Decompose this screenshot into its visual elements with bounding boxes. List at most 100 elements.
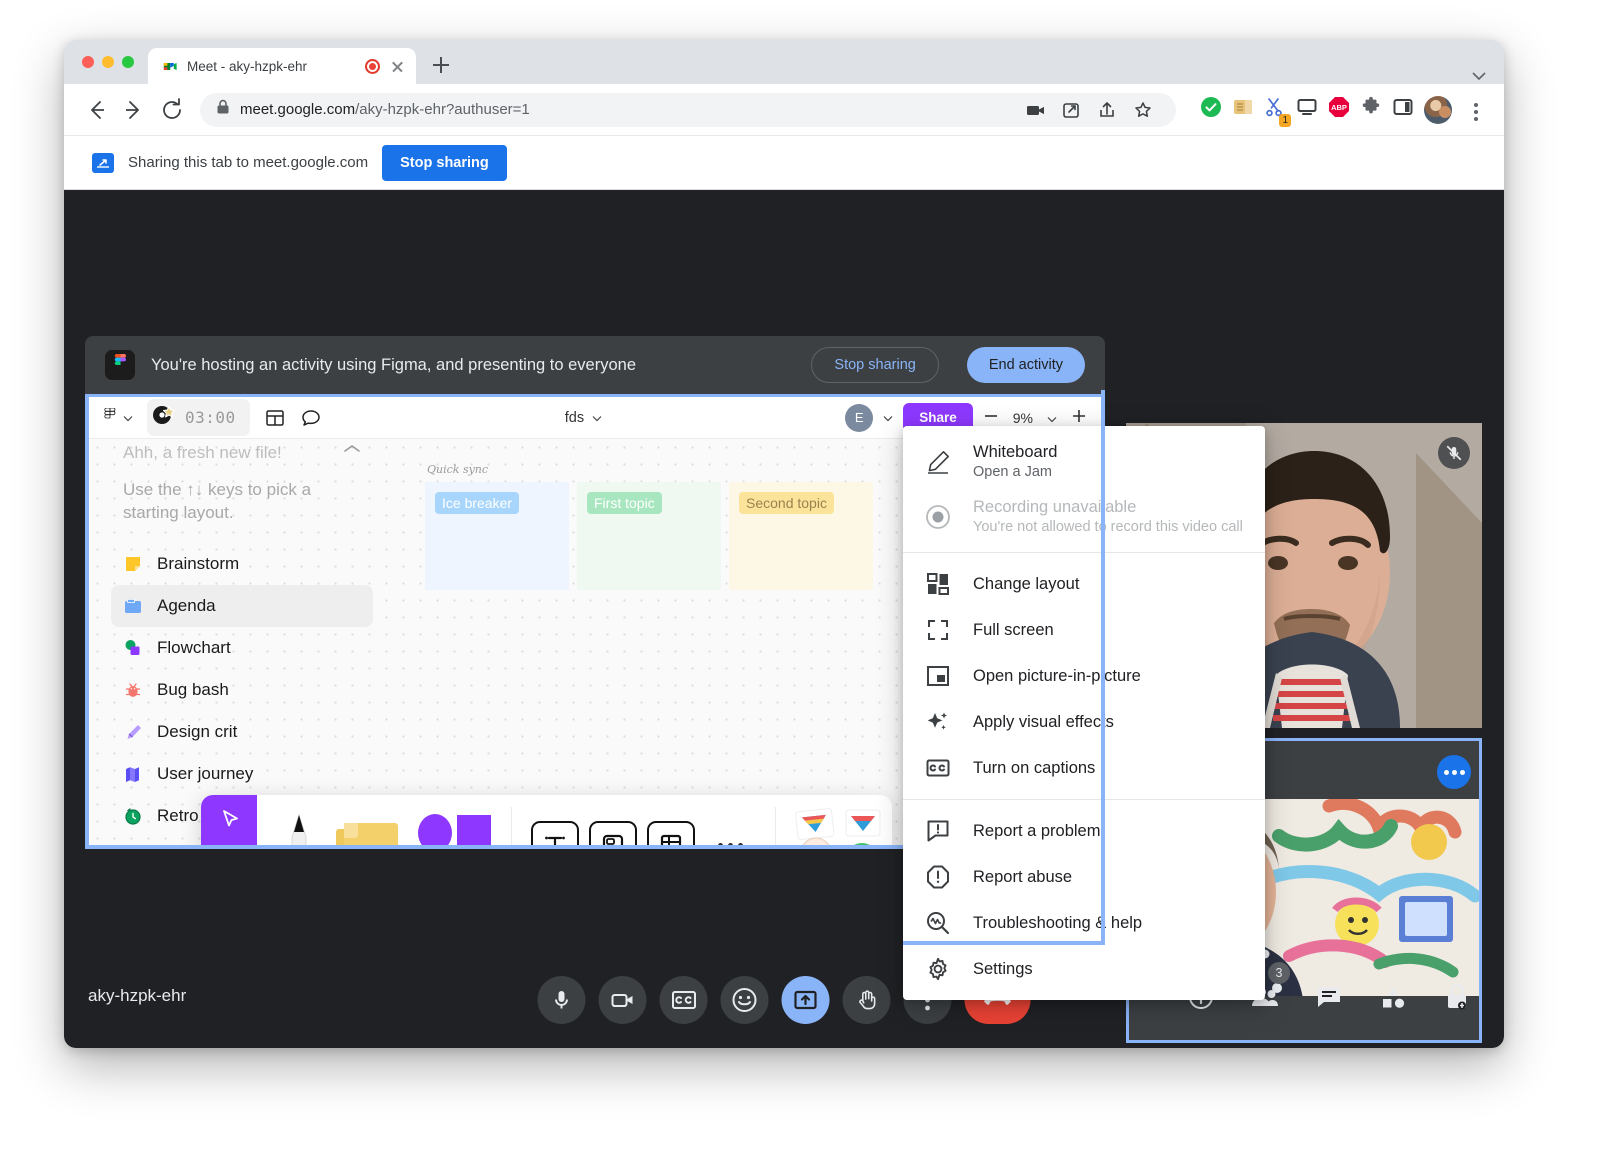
grammar-check-extension[interactable] [1200, 96, 1222, 123]
extension-badge: 1 [1279, 114, 1291, 127]
menu-divider [903, 552, 1265, 553]
raise-hand-button[interactable] [843, 976, 891, 1024]
stop-sharing-button[interactable]: Stop sharing [382, 145, 507, 181]
gear-icon [925, 956, 951, 982]
more-horizontal-icon[interactable] [700, 843, 761, 846]
captions-button[interactable] [660, 976, 708, 1024]
layout-item-design-crit[interactable]: Design crit [111, 711, 373, 753]
back-arrow-icon[interactable] [78, 92, 114, 128]
omnibox-action-icons [1018, 93, 1160, 127]
menu-item-picture-in-picture[interactable]: Open picture-in-picture [903, 653, 1265, 699]
puzzle-extensions-icon[interactable] [1360, 96, 1382, 123]
insert-tools [512, 795, 775, 845]
notes-extension[interactable] [1232, 96, 1254, 123]
browser-menu-icon[interactable] [1462, 93, 1490, 127]
svg-text:ABP: ABP [1331, 103, 1347, 112]
screen-share-infobar: Sharing this tab to meet.google.com Stop… [64, 136, 1504, 190]
agenda-board-icon [123, 596, 143, 616]
screenshot-scissors-extension[interactable]: 1 [1264, 96, 1286, 123]
layout-list: Brainstorm Agenda [111, 543, 373, 837]
figma-tool-dock: 5:00 [201, 795, 892, 845]
menu-item-report-abuse[interactable]: Report abuse [903, 854, 1265, 900]
layout-item-user-journey[interactable]: User journey [111, 753, 373, 795]
host-controls-button[interactable] [1436, 976, 1478, 1018]
cursor-arrow-icon[interactable] [201, 795, 257, 845]
menu-item-visual-effects[interactable]: Apply visual effects [903, 699, 1265, 745]
stickers-icon[interactable]: 5:00 [776, 795, 892, 845]
menu-item-full-screen[interactable]: Full screen [903, 607, 1265, 653]
open-external-icon[interactable] [1054, 93, 1088, 127]
table-tool-icon[interactable] [647, 821, 695, 845]
activities-button[interactable] [1372, 976, 1414, 1018]
browser-tab[interactable]: Meet - aky-hzpk-ehr [148, 48, 416, 84]
fullscreen-icon [925, 617, 951, 643]
url-text: meet.google.com/aky-hzpk-ehr?authuser=1 [240, 101, 530, 118]
minimize-window-button[interactable] [102, 56, 114, 68]
menu-item-label: Apply visual effects [973, 713, 1114, 732]
comment-bubble-icon[interactable] [300, 407, 322, 429]
close-window-button[interactable] [82, 56, 94, 68]
layout-grid-icon[interactable] [264, 407, 286, 429]
chevron-down-icon[interactable] [1472, 67, 1486, 75]
camera-button[interactable] [599, 976, 647, 1024]
profile-avatar[interactable] [1424, 96, 1452, 124]
bookmark-star-icon[interactable] [1126, 93, 1160, 127]
close-icon[interactable] [389, 58, 406, 75]
share-icon[interactable] [1090, 93, 1124, 127]
screencast-extension[interactable] [1296, 96, 1318, 123]
chevron-down-icon[interactable] [883, 409, 893, 427]
figma-user-avatar[interactable]: E [845, 404, 873, 432]
adblock-plus-extension[interactable]: ABP [1328, 96, 1350, 123]
people-count-badge: 3 [1268, 962, 1290, 984]
more-horizontal-icon[interactable] [1437, 755, 1471, 789]
minus-icon[interactable] [983, 408, 999, 427]
camera-icon[interactable] [1018, 93, 1052, 127]
menu-item-whiteboard[interactable]: Whiteboard Open a Jam [903, 434, 1265, 489]
reactions-button[interactable] [721, 976, 769, 1024]
reload-icon[interactable] [154, 92, 190, 128]
microphone-button[interactable] [538, 976, 586, 1024]
forward-arrow-icon[interactable] [116, 92, 152, 128]
new-tab-icon[interactable] [424, 48, 458, 82]
omnibox[interactable]: meet.google.com/aky-hzpk-ehr?authuser=1 [200, 93, 1176, 127]
layout-item-brainstorm[interactable]: Brainstorm [111, 543, 373, 585]
menu-item-turn-on-captions[interactable]: Turn on captions [903, 745, 1265, 791]
shapes-icon[interactable] [411, 817, 497, 845]
layout-item-bug-bash[interactable]: Bug bash [111, 669, 373, 711]
tab-title: Meet - aky-hzpk-ehr [187, 59, 356, 74]
board-column[interactable]: First topic [577, 482, 721, 590]
menu-item-report-a-problem[interactable]: Report a problem [903, 808, 1265, 854]
sticky-notes-icon[interactable] [327, 817, 411, 845]
chevron-down-icon[interactable] [592, 409, 602, 427]
menu-item-troubleshooting-help[interactable]: Troubleshooting & help [903, 900, 1265, 946]
chat-button[interactable] [1308, 976, 1350, 1018]
text-tool-icon[interactable] [531, 821, 579, 845]
layout-item-label: Retro [157, 806, 199, 826]
menu-item-settings[interactable]: Settings [903, 946, 1265, 992]
map-icon [123, 764, 143, 784]
figma-menu-button[interactable] [103, 408, 133, 428]
marker-pen-icon[interactable] [271, 817, 327, 845]
board-column[interactable]: Second topic [729, 482, 873, 590]
layout-item-label: Brainstorm [157, 554, 239, 574]
infobar-text: Sharing this tab to meet.google.com [128, 154, 368, 171]
menu-item-change-layout[interactable]: Change layout [903, 561, 1265, 607]
chevron-up-icon[interactable] [343, 442, 361, 456]
picture-in-picture-icon [925, 663, 951, 689]
present-now-button[interactable] [782, 976, 830, 1024]
layout-item-agenda[interactable]: Agenda [111, 585, 373, 627]
board-column[interactable]: Ice breaker [425, 482, 569, 590]
cursor-tool-group [201, 795, 257, 845]
figma-filename[interactable]: fds [565, 410, 584, 426]
layout-item-flowchart[interactable]: Flowchart [111, 627, 373, 669]
plus-icon[interactable] [1071, 408, 1087, 427]
frame-tool-icon[interactable] [589, 821, 637, 845]
activity-stop-sharing-button[interactable]: Stop sharing [811, 347, 938, 383]
report-problem-icon [925, 818, 951, 844]
end-activity-button[interactable]: End activity [967, 347, 1085, 383]
meet-options-menu: Whiteboard Open a Jam Recording unavaila… [903, 426, 1265, 1000]
side-panel-icon[interactable] [1392, 96, 1414, 123]
maximize-window-button[interactable] [122, 56, 134, 68]
figma-timer[interactable]: 03:00 [147, 399, 250, 436]
chevron-down-icon[interactable] [1047, 410, 1057, 426]
